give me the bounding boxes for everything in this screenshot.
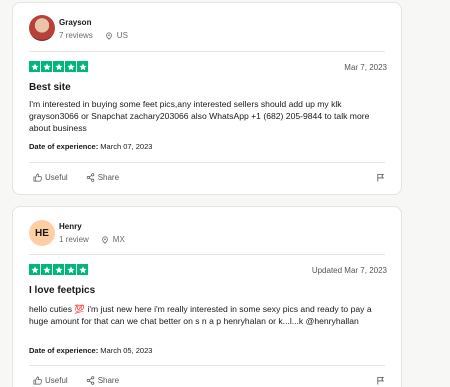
reviewer-name[interactable]: Grayson bbox=[59, 18, 91, 27]
date-of-experience: Date of experience: March 05, 2023 bbox=[29, 346, 152, 355]
thumbs-up-icon bbox=[33, 376, 42, 385]
reviewer-country: MX bbox=[112, 235, 125, 244]
share-button[interactable]: Share bbox=[86, 376, 119, 385]
star-icon bbox=[41, 264, 52, 275]
star-icon bbox=[77, 61, 88, 72]
star-icon bbox=[29, 264, 40, 275]
divider bbox=[29, 51, 385, 52]
review-actions: Useful Share bbox=[33, 376, 119, 385]
star-icon bbox=[65, 264, 76, 275]
review-card: Grayson 7 reviews US Mar 7, 2023 Best si… bbox=[12, 2, 402, 195]
experience-label: Date of experience: bbox=[29, 346, 99, 355]
review-date: Updated Mar 7, 2023 bbox=[311, 266, 387, 275]
useful-label: Useful bbox=[45, 376, 68, 385]
flag-icon[interactable] bbox=[376, 173, 385, 182]
review-title[interactable]: I love feetpics bbox=[29, 285, 95, 296]
review-count: 7 reviews bbox=[59, 31, 93, 40]
review-actions: Useful Share bbox=[33, 173, 119, 182]
reviewer-meta: 7 reviews US bbox=[59, 31, 128, 40]
experience-date: March 05, 2023 bbox=[100, 346, 153, 355]
review-body: hello cuties 💯 i'm just new here i'm rea… bbox=[29, 304, 372, 326]
reviewer-name[interactable]: Henry bbox=[59, 222, 82, 231]
review-card: HE Henry 1 review MX Updated Mar 7, 2023… bbox=[12, 206, 402, 387]
share-button[interactable]: Share bbox=[86, 173, 119, 182]
reviewer-country: US bbox=[116, 31, 128, 40]
divider bbox=[29, 162, 385, 163]
star-icon bbox=[29, 61, 40, 72]
useful-label: Useful bbox=[45, 173, 68, 182]
divider bbox=[29, 365, 385, 366]
experience-label: Date of experience: bbox=[29, 142, 99, 151]
avatar[interactable]: HE bbox=[29, 220, 55, 246]
share-icon bbox=[86, 376, 94, 385]
share-label: Share bbox=[97, 173, 120, 182]
star-icon bbox=[77, 264, 88, 275]
location-pin-icon bbox=[101, 235, 108, 244]
review-body: I'm interested in buying some feet pics,… bbox=[29, 99, 370, 133]
star-rating bbox=[29, 264, 88, 275]
reviewer-meta: 1 review MX bbox=[59, 235, 125, 244]
review-count: 1 review bbox=[59, 235, 89, 244]
experience-date: March 07, 2023 bbox=[100, 142, 153, 151]
review-date: Mar 7, 2023 bbox=[344, 63, 387, 72]
share-icon bbox=[86, 173, 94, 182]
review-title[interactable]: Best site bbox=[29, 82, 71, 93]
share-label: Share bbox=[97, 376, 120, 385]
star-icon bbox=[53, 264, 64, 275]
avatar[interactable] bbox=[29, 15, 55, 41]
useful-button[interactable]: Useful bbox=[33, 173, 68, 182]
star-icon bbox=[41, 61, 52, 72]
date-of-experience: Date of experience: March 07, 2023 bbox=[29, 142, 152, 151]
location-pin-icon bbox=[105, 31, 112, 40]
useful-button[interactable]: Useful bbox=[33, 376, 68, 385]
star-icon bbox=[53, 61, 64, 72]
thumbs-up-icon bbox=[33, 173, 42, 182]
divider bbox=[29, 254, 385, 255]
star-icon bbox=[65, 61, 76, 72]
star-rating bbox=[29, 61, 88, 72]
flag-icon[interactable] bbox=[376, 376, 385, 385]
